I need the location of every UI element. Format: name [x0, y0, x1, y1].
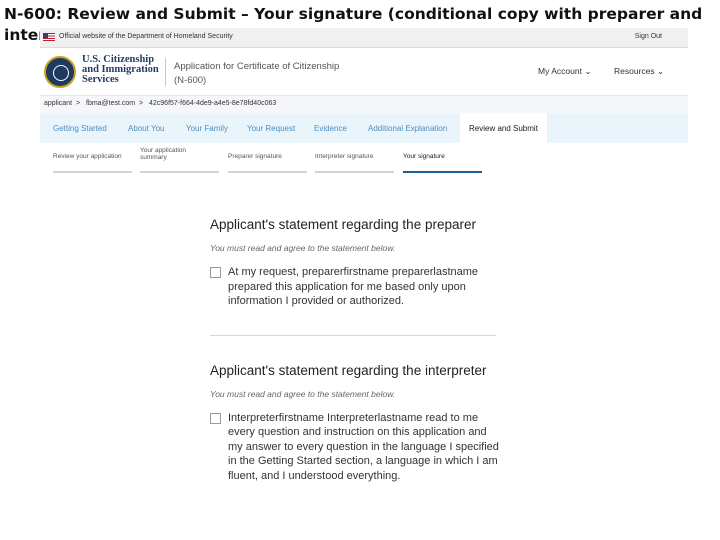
chevron-down-icon: ⌄ [657, 66, 665, 76]
application-title: Application for Certificate of Citizensh… [174, 60, 364, 88]
breadcrumb-role[interactable]: applicant [44, 100, 72, 107]
tab-evidence[interactable]: Evidence [314, 124, 347, 133]
subtab-underline [140, 171, 219, 173]
tab-your-family[interactable]: Your Family [186, 124, 228, 133]
review-subtabs: Review your application Your application… [40, 143, 688, 175]
tab-your-request[interactable]: Your Request [247, 124, 295, 133]
breadcrumb-separator: > [76, 100, 81, 107]
us-flag-icon [43, 33, 55, 41]
subtab-label: Review your application [53, 153, 122, 160]
breadcrumb: applicant > fbma@test.com > 42c96f57-f66… [40, 95, 688, 113]
subtab-interpreter-signature[interactable]: Interpreter signature [315, 153, 394, 173]
subtab-underline [53, 171, 132, 173]
subtab-underline-active [403, 171, 482, 173]
breadcrumb-separator: > [139, 100, 144, 107]
dhs-seal-icon [44, 56, 76, 88]
subtab-review-your-application[interactable]: Review your application [53, 153, 132, 173]
resources-label: Resources [614, 66, 655, 76]
subtab-underline [315, 171, 394, 173]
subtab-label: Interpreter signature [315, 153, 374, 160]
chevron-down-icon: ⌄ [584, 66, 592, 76]
official-gov-banner: Official website of the Department of Ho… [40, 28, 688, 48]
subtab-underline [228, 171, 307, 173]
subtab-your-signature[interactable]: Your signature [403, 153, 482, 173]
preparer-agree-checkbox[interactable] [210, 267, 221, 278]
tab-additional-explanation[interactable]: Additional Explanation [368, 124, 447, 133]
subtab-preparer-signature[interactable]: Preparer signature [228, 153, 307, 173]
my-account-label: My Account [538, 66, 582, 76]
preparer-section-note: You must read and agree to the statement… [210, 243, 396, 253]
preparer-statement-text[interactable]: At my request, preparerfirstname prepare… [228, 265, 500, 309]
preparer-statement-section: Applicant's statement regarding the prep… [210, 216, 500, 309]
tab-getting-started[interactable]: Getting Started [53, 124, 107, 133]
interpreter-statement-text[interactable]: Interpreterfirstname Interpreterlastname… [228, 411, 500, 484]
interpreter-section-note: You must read and agree to the statement… [210, 388, 396, 399]
subtab-label: Your signature [403, 153, 445, 160]
agency-line-3: Services [82, 74, 119, 85]
official-website-text: Official website of the Department of Ho… [59, 33, 233, 40]
tab-about-you[interactable]: About You [128, 124, 164, 133]
interpreter-statement-section: Applicant's statement regarding the inte… [210, 362, 500, 484]
interpreter-agree-checkbox[interactable] [210, 412, 221, 424]
my-account-menu[interactable]: My Account ⌄ [538, 66, 591, 77]
signature-content: Applicant's statement regarding the prep… [210, 216, 500, 483]
uscis-screenshot: Official website of the Department of Ho… [40, 28, 688, 540]
tab-review-and-submit[interactable]: Review and Submit [460, 113, 547, 143]
breadcrumb-case-id: 42c96f57-f664-4de9-a4e5-8e78fd40c063 [149, 100, 277, 107]
interpreter-agree-row: Interpreterfirstname Interpreterlastname… [210, 411, 500, 484]
preparer-section-heading: Applicant's statement regarding the prep… [210, 217, 476, 232]
subtab-label: Preparer signature [228, 153, 282, 160]
subtab-your-application-summary[interactable]: Your application summary [140, 147, 219, 173]
sign-out-link[interactable]: Sign Out [635, 33, 662, 40]
application-title-line-1: Application for Certificate of Citizensh… [174, 61, 340, 72]
header-divider [165, 58, 166, 86]
section-divider [210, 334, 496, 336]
site-header: U.S. Citizenship and Immigration Service… [40, 49, 688, 95]
breadcrumb-email[interactable]: fbma@test.com [86, 100, 135, 107]
interpreter-section-heading: Applicant's statement regarding the inte… [210, 362, 487, 378]
subtab-label: Your application summary [140, 147, 187, 161]
uscis-logo-text[interactable]: U.S. Citizenship and Immigration Service… [82, 54, 162, 85]
application-title-line-2: (N-600) [174, 75, 207, 86]
section-tabs: Getting Started About You Your Family Yo… [40, 113, 688, 143]
preparer-agree-row: At my request, preparerfirstname prepare… [210, 265, 500, 309]
resources-menu[interactable]: Resources ⌄ [614, 66, 664, 77]
